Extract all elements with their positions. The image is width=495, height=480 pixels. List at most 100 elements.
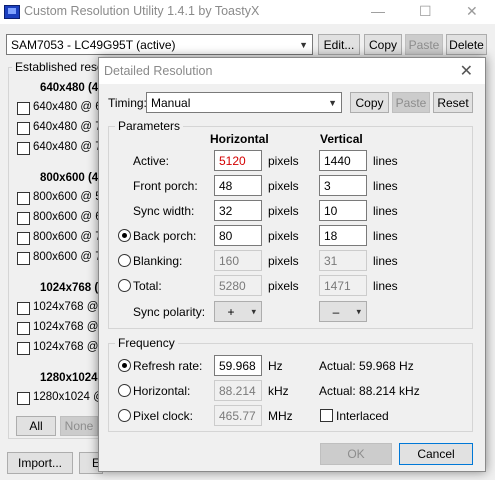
blanking-h-input[interactable]: 160	[214, 250, 262, 271]
blanking-radio[interactable]	[118, 254, 131, 267]
detailed-resolution-dialog: Detailed Resolution ✕ Timing: Manual ▼ C…	[98, 57, 486, 472]
total-v-input[interactable]: 1471	[319, 275, 367, 296]
checkbox[interactable]	[17, 212, 30, 225]
close-icon[interactable]: ✕	[466, 3, 478, 20]
active-label: Active:	[133, 154, 170, 168]
horizontal-freq-input[interactable]: 88.214	[214, 380, 262, 401]
group-heading: 1024x768 (4	[40, 282, 105, 294]
checkbox[interactable]	[17, 392, 30, 405]
paste-button[interactable]: Paste	[405, 34, 443, 55]
unit-label: pixels	[268, 154, 299, 168]
checkbox[interactable]	[17, 342, 30, 355]
front-porch-h-input[interactable]: 48	[214, 175, 262, 196]
res-item-label: 800x600 @ 75	[33, 251, 108, 263]
delete-button[interactable]: Delete	[446, 34, 487, 55]
unit-label: pixels	[268, 254, 299, 268]
horizontal-header: Horizontal	[210, 132, 269, 146]
dialog-paste-button[interactable]: Paste	[392, 92, 430, 113]
checkbox[interactable]	[17, 102, 30, 115]
checkbox[interactable]	[17, 142, 30, 155]
horizontal-freq-label: Horizontal:	[133, 384, 191, 398]
blanking-v-input[interactable]: 31	[319, 250, 367, 271]
dialog-copy-button[interactable]: Copy	[350, 92, 389, 113]
checkbox[interactable]	[17, 252, 30, 265]
minimize-icon[interactable]: —	[371, 3, 385, 19]
res-item-label: 1024x768 @ 6	[33, 301, 108, 313]
cancel-button[interactable]: Cancel	[399, 443, 473, 465]
pixel-clock-input[interactable]: 465.77	[214, 405, 262, 426]
dialog-reset-button[interactable]: Reset	[433, 92, 473, 113]
res-item-label: 1024x768 @ 7	[33, 341, 108, 353]
back-porch-label: Back porch:	[133, 229, 197, 243]
sync-width-h-input[interactable]: 32	[214, 200, 262, 221]
active-h-input[interactable]: 5120	[214, 150, 262, 171]
total-radio[interactable]	[118, 279, 131, 292]
unit-label: pixels	[268, 229, 299, 243]
timing-select-value: Manual	[151, 95, 191, 110]
checkbox[interactable]	[17, 232, 30, 245]
horizontal-freq-unit: kHz	[268, 384, 289, 398]
unit-label: lines	[373, 204, 398, 218]
monitor-select[interactable]: SAM7053 - LC49G95T (active) ▼	[6, 34, 313, 55]
checkbox[interactable]	[17, 192, 30, 205]
checkbox[interactable]	[17, 322, 30, 335]
sync-polarity-label: Sync polarity:	[133, 305, 206, 319]
sync-polarity-v-value: –	[332, 304, 340, 319]
unit-label: lines	[373, 179, 398, 193]
refresh-rate-radio[interactable]	[118, 359, 131, 372]
refresh-rate-input[interactable]: 59.968	[214, 355, 262, 376]
res-item-label: 640x480 @ 75	[33, 141, 108, 153]
active-v-input[interactable]: 1440	[319, 150, 367, 171]
sync-polarity-h-select[interactable]: + ▾	[214, 301, 262, 322]
total-h-input[interactable]: 5280	[214, 275, 262, 296]
refresh-unit: Hz	[268, 359, 283, 373]
refresh-rate-label: Refresh rate:	[133, 359, 203, 373]
front-porch-label: Front porch:	[133, 179, 198, 193]
sync-width-v-input[interactable]: 10	[319, 200, 367, 221]
edit-button[interactable]: Edit...	[318, 34, 360, 55]
checkbox[interactable]	[17, 302, 30, 315]
close-icon[interactable]: ✕	[460, 61, 473, 81]
back-porch-radio[interactable]	[118, 229, 131, 242]
monitor-select-value: SAM7053 - LC49G95T (active)	[11, 37, 176, 52]
chevron-down-icon: ▼	[299, 39, 308, 50]
ok-button[interactable]: OK	[320, 443, 392, 465]
copy-button[interactable]: Copy	[364, 34, 402, 55]
timing-label: Timing:	[108, 96, 147, 110]
dialog-titlebar: Detailed Resolution ✕	[99, 58, 485, 84]
maximize-icon[interactable]: ☐	[419, 3, 432, 20]
pixel-clock-label: Pixel clock:	[133, 409, 194, 423]
res-item-label: 800x600 @ 72	[33, 231, 108, 243]
front-porch-v-input[interactable]: 3	[319, 175, 367, 196]
sync-polarity-h-value: +	[227, 304, 235, 319]
main-titlebar: Custom Resolution Utility 1.4.1 by Toast…	[0, 0, 495, 24]
res-item-label: 1024x768 @ 7	[33, 321, 108, 333]
none-button[interactable]: None	[60, 416, 98, 436]
dialog-title: Detailed Resolution	[104, 64, 213, 78]
interlaced-checkbox[interactable]	[320, 409, 333, 422]
unit-label: lines	[373, 229, 398, 243]
back-porch-h-input[interactable]: 80	[214, 225, 262, 246]
sync-polarity-v-select[interactable]: – ▾	[319, 301, 367, 322]
back-porch-v-input[interactable]: 18	[319, 225, 367, 246]
res-item-label: 800x600 @ 60	[33, 211, 108, 223]
chevron-down-icon: ▾	[251, 306, 256, 316]
horizontal-freq-radio[interactable]	[118, 384, 131, 397]
group-heading: 1280x1024 (	[40, 372, 105, 384]
unit-label: lines	[373, 279, 398, 293]
pixel-clock-radio[interactable]	[118, 409, 131, 422]
chevron-down-icon: ▼	[328, 97, 337, 108]
import-button[interactable]: Import...	[7, 452, 73, 474]
vertical-header: Vertical	[320, 132, 363, 146]
main-window-title: Custom Resolution Utility 1.4.1 by Toast…	[24, 4, 260, 18]
checkbox[interactable]	[17, 122, 30, 135]
interlaced-label: Interlaced	[336, 409, 389, 423]
timing-select[interactable]: Manual ▼	[146, 92, 342, 113]
frequency-label: Frequency	[115, 336, 178, 350]
unit-label: lines	[373, 254, 398, 268]
total-label: Total:	[133, 279, 162, 293]
refresh-actual: Actual: 59.968 Hz	[319, 359, 414, 373]
unit-label: lines	[373, 154, 398, 168]
all-button[interactable]: All	[16, 416, 56, 436]
res-item-label: 800x600 @ 56	[33, 191, 108, 203]
